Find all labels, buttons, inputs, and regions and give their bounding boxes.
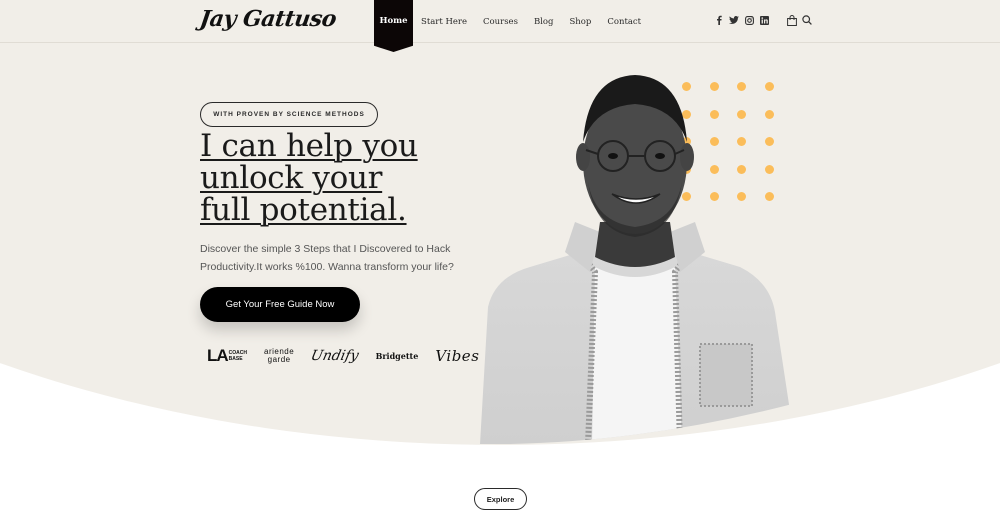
header-icons bbox=[714, 14, 812, 26]
site-header: Jay Gattuso Home Start Here Courses Blog… bbox=[0, 0, 1000, 52]
explore-button[interactable]: Explore bbox=[474, 488, 527, 510]
hero-subtext: Discover the simple 3 Steps that I Disco… bbox=[200, 243, 454, 273]
nav-item-courses[interactable]: Courses bbox=[475, 0, 526, 43]
headline-line-3: full potential. bbox=[200, 192, 407, 228]
search-icon[interactable] bbox=[802, 14, 812, 26]
brand-ariende-line-2: garde bbox=[267, 355, 291, 364]
main-nav: Home Start Here Courses Blog Shop Contac… bbox=[374, 0, 649, 52]
nav-item-contact[interactable]: Contact bbox=[599, 0, 649, 43]
nav-item-blog[interactable]: Blog bbox=[526, 0, 562, 43]
hero-headline: I can help you unlock your full potentia… bbox=[200, 130, 418, 226]
free-guide-button[interactable]: Get Your Free Guide Now bbox=[200, 287, 360, 322]
headline-line-1: I can help you bbox=[200, 128, 418, 164]
brand-logo-undify: Undify bbox=[309, 348, 361, 364]
facebook-icon[interactable] bbox=[714, 14, 724, 26]
coach-portrait-image bbox=[470, 72, 800, 444]
nav-item-home[interactable]: Home bbox=[374, 0, 413, 52]
site-logo[interactable]: Jay Gattuso bbox=[198, 6, 338, 32]
proven-methods-badge: WITH PROVEN BY SCIENCE METHODS bbox=[200, 102, 378, 127]
brand-la-text: COACH BASE bbox=[229, 350, 247, 362]
brand-logo-la-coach-base: LA COACH BASE bbox=[207, 346, 247, 366]
linkedin-icon[interactable] bbox=[759, 14, 769, 26]
brand-la-text-2: BASE bbox=[228, 356, 243, 362]
shopping-bag-icon[interactable] bbox=[787, 14, 797, 26]
brand-logo-bridgette: Bridgette bbox=[375, 351, 419, 361]
brand-logos: LA COACH BASE ariende garde Undify Bridg… bbox=[207, 346, 479, 366]
instagram-icon[interactable] bbox=[744, 14, 754, 26]
nav-item-shop[interactable]: Shop bbox=[561, 0, 599, 43]
headline-line-2: unlock your bbox=[200, 160, 383, 196]
nav-item-start-here[interactable]: Start Here bbox=[413, 0, 475, 43]
brand-la-mark: LA bbox=[207, 346, 229, 365]
twitter-icon[interactable] bbox=[729, 14, 739, 26]
brand-logo-ariende-garde: ariende garde bbox=[264, 348, 294, 364]
